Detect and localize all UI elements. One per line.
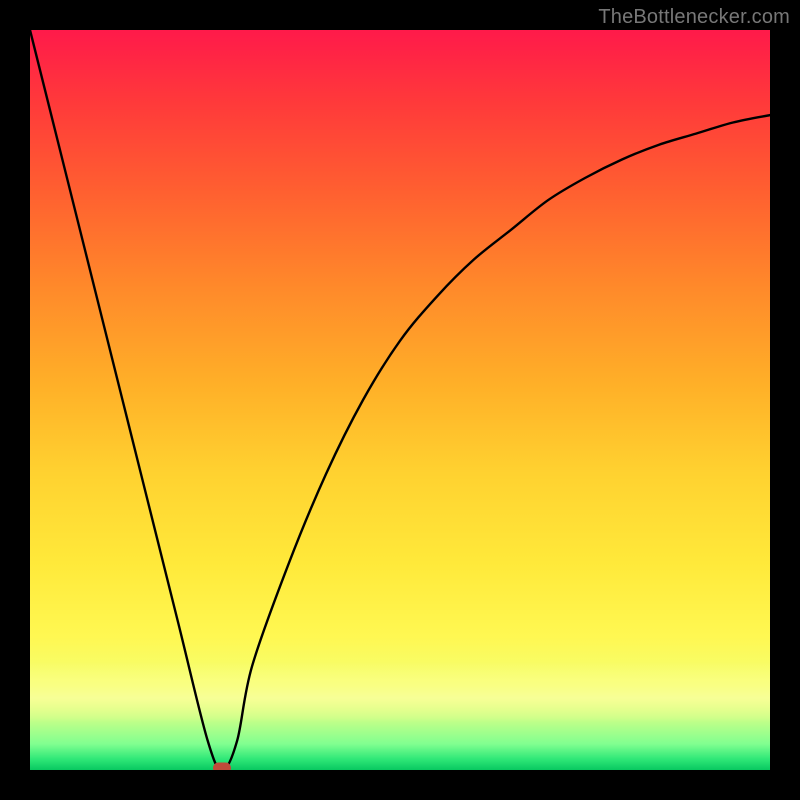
optimum-marker <box>213 763 231 771</box>
plot-area <box>30 30 770 770</box>
chart-frame: TheBottlenecker.com <box>0 0 800 800</box>
attribution-label: TheBottlenecker.com <box>598 6 790 29</box>
bottleneck-curve <box>30 30 770 770</box>
